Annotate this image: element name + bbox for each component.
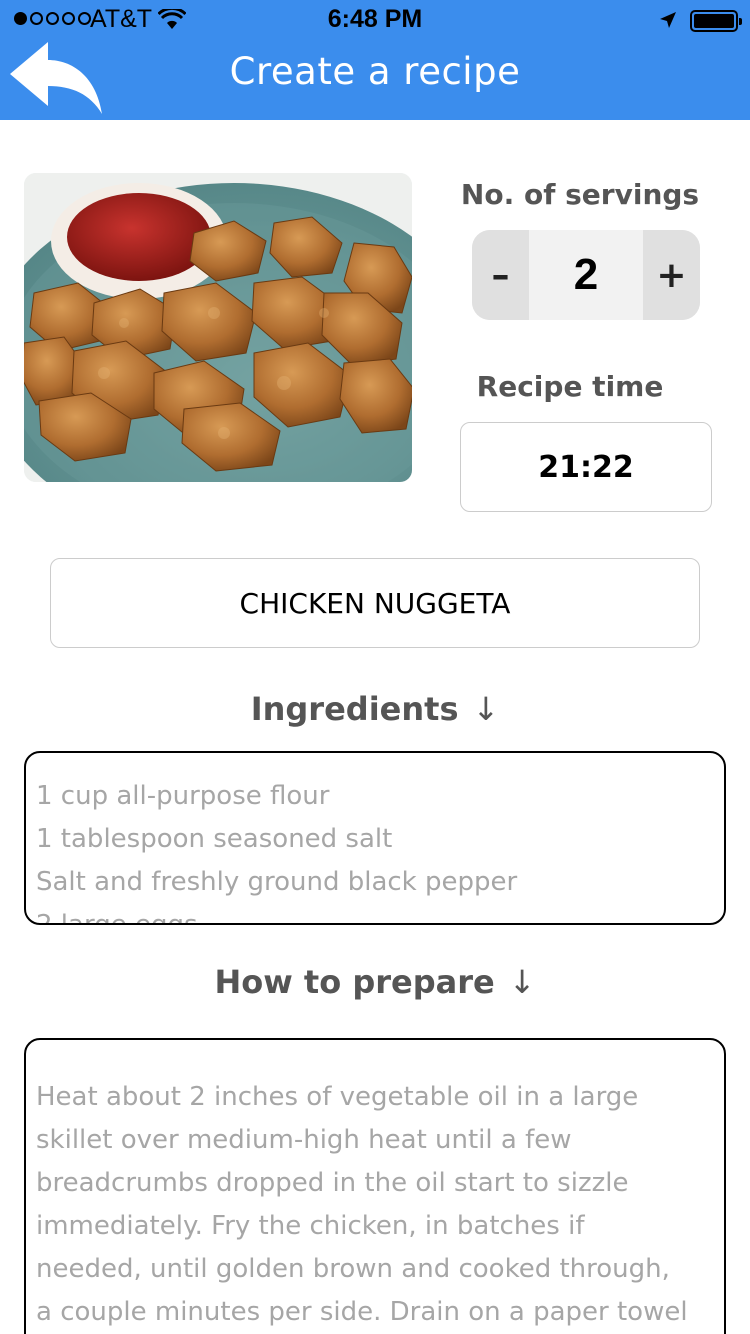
down-arrow-icon: ↓	[508, 963, 536, 1001]
recipe-name-field[interactable]: CHICKEN NUGGETA	[50, 558, 700, 648]
chicken-nuggets-photo	[24, 173, 412, 482]
preparation-line: breadcrumbs dropped in the oil start to …	[36, 1168, 629, 1198]
ingredient-line: 2 large eggs	[36, 910, 198, 925]
page-title: Create a recipe	[229, 50, 521, 93]
navigation-bar: AT&T 6:48 PM Create a recipe	[0, 0, 750, 120]
increment-button[interactable]: +	[643, 230, 700, 320]
ingredient-line: 1 tablespoon seasoned salt	[36, 824, 393, 854]
decrement-button[interactable]: –	[472, 230, 529, 320]
ingredients-textarea[interactable]: 1 cup all-purpose flour 1 tablespoon sea…	[24, 751, 726, 925]
preparation-line: Heat about 2 inches of vegetable oil in …	[36, 1082, 639, 1112]
preparation-line: skillet over medium-high heat until a fe…	[36, 1125, 572, 1155]
ingredient-line: 1 cup all-purpose flour	[36, 781, 330, 811]
status-time: 6:48 PM	[327, 5, 423, 33]
ingredients-label: Ingredients	[250, 690, 459, 728]
ingredients-heading: Ingredients ↓	[0, 690, 750, 728]
battery-icon	[690, 10, 742, 32]
recipe-time-label: Recipe time	[476, 370, 664, 403]
ingredient-line: Salt and freshly ground black pepper	[36, 867, 518, 897]
preparation-line: immediately. Fry the chicken, in batches…	[36, 1211, 585, 1241]
preparation-line: needed, until golden brown and cooked th…	[36, 1254, 670, 1284]
preparation-textarea[interactable]: Heat about 2 inches of vegetable oil in …	[24, 1038, 726, 1334]
preparation-line: a couple minutes per side. Drain on a pa…	[36, 1297, 688, 1327]
recipe-time-field[interactable]: 21:22	[460, 422, 712, 512]
prepare-heading: How to prepare ↓	[0, 963, 750, 1001]
down-arrow-icon: ↓	[472, 690, 500, 728]
recipe-photo[interactable]	[24, 173, 412, 482]
status-bar: AT&T 6:48 PM	[0, 0, 750, 40]
servings-label: No. of servings	[460, 178, 700, 211]
prepare-label: How to prepare	[214, 963, 495, 1001]
servings-stepper: – 2 +	[472, 230, 700, 320]
location-arrow-icon	[658, 10, 678, 34]
servings-value: 2	[529, 230, 643, 320]
